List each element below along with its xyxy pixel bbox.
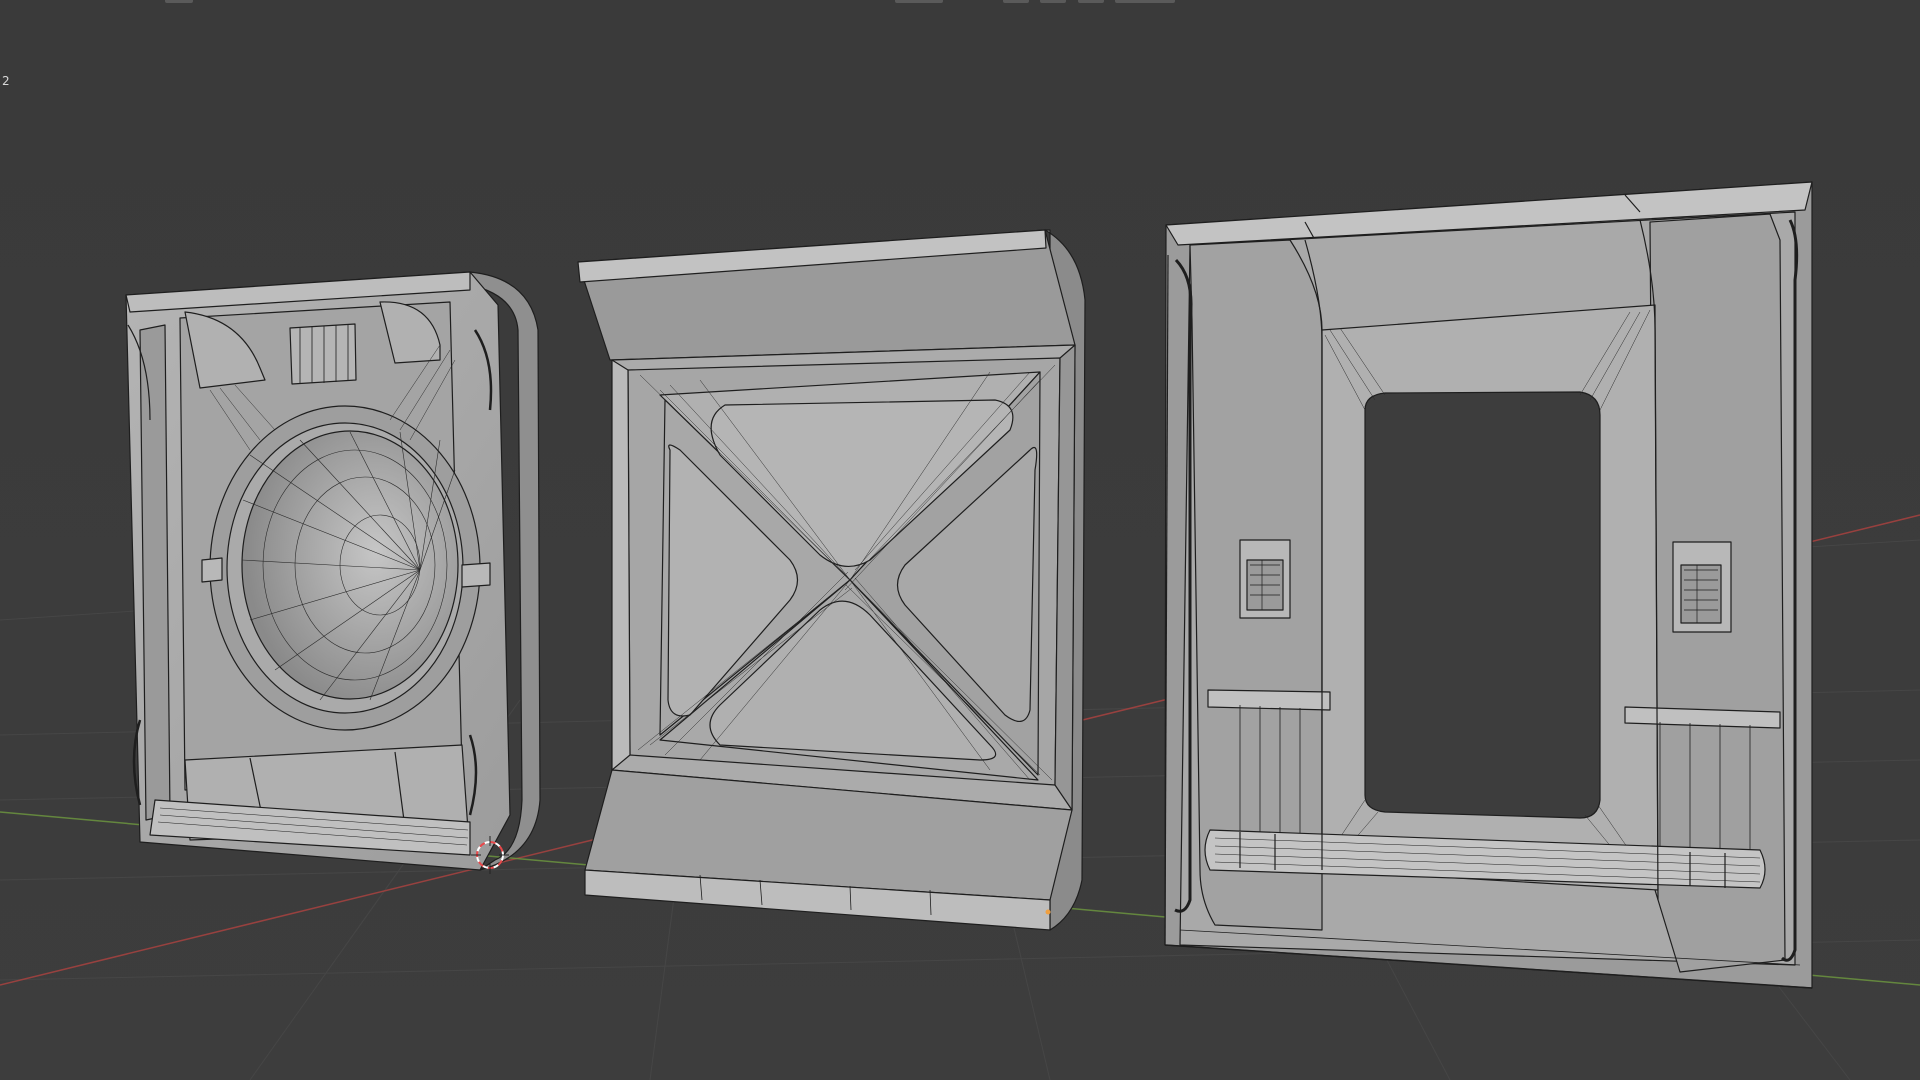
- control-box-left: [1239, 539, 1291, 619]
- mesh-object-porthole-panel[interactable]: [125, 271, 541, 871]
- control-box-right: [1672, 541, 1732, 633]
- 3d-viewport[interactable]: 2: [0, 0, 1920, 1080]
- mesh-object-window-frame-panel[interactable]: [1164, 181, 1813, 989]
- mesh-object-xbrace-panel[interactable]: [577, 229, 1086, 931]
- viewport-canvas[interactable]: [0, 0, 1920, 1080]
